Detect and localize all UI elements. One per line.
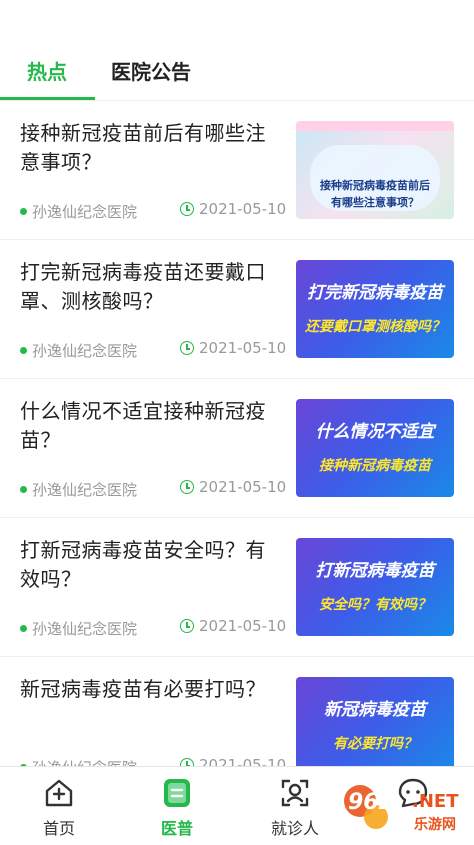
scan-person-icon (281, 779, 309, 807)
clock-icon (180, 202, 194, 216)
nav-home-label: 首页 (42, 819, 75, 838)
nav-medical-science-label: 医普 (160, 819, 193, 838)
tab-bar: 热点 医院公告 (0, 0, 474, 101)
list-item[interactable]: 打完新冠病毒疫苗还要戴口罩、测核酸吗？ 孙逸仙纪念医院 2021-05-10 打… (0, 240, 474, 379)
thumbnail-text-line2: 有哪些注意事项？ (331, 196, 419, 209)
bottom-navigation: 首页 医普 就诊人 962 .NET 乐游网 (0, 766, 474, 845)
list-item[interactable]: 打新冠病毒疫苗安全吗？有效吗？ 孙逸仙纪念医院 2021-05-10 打新冠病毒… (0, 518, 474, 657)
source-label: 孙逸仙纪念医院 (32, 481, 138, 499)
svg-text:.NET: .NET (412, 791, 459, 812)
thumbnail-text-line1: 新冠病毒疫苗 (324, 700, 426, 720)
article-source: 孙逸仙纪念医院 (20, 618, 137, 639)
article-title: 打完新冠病毒疫苗还要戴口罩、测核酸吗？ (20, 260, 266, 313)
thumbnail-text-line2: 还要戴口罩测核酸吗？ (305, 319, 445, 335)
article-date: 2021-05-10 (180, 478, 286, 496)
nav-patients-label: 就诊人 (270, 819, 319, 838)
article-thumbnail: 什么情况不适宜 接种新冠病毒疫苗 (296, 399, 454, 497)
nav-patients[interactable]: 就诊人 (236, 767, 354, 845)
document-icon (164, 779, 190, 807)
article-thumbnail: 接种新冠病毒疫苗前后 有哪些注意事项？ (296, 121, 454, 219)
article-thumbnail: 打新冠病毒疫苗 安全吗？有效吗？ (296, 538, 454, 636)
source-dot-icon (20, 625, 27, 632)
svg-text:乐游网: 乐游网 (414, 816, 456, 833)
article-thumbnail: 新冠病毒疫苗 有必要打吗？ (296, 677, 454, 775)
source-dot-icon (20, 347, 27, 354)
thumbnail-text-line1: 打完新冠病毒疫苗 (307, 283, 443, 303)
article-source: 孙逸仙纪念医院 (20, 201, 137, 222)
tab-hot[interactable]: 热点 (27, 56, 67, 85)
article-thumbnail: 打完新冠病毒疫苗 还要戴口罩测核酸吗？ (296, 260, 454, 358)
article-title: 什么情况不适宜接种新冠疫苗？ (20, 399, 266, 452)
nav-medical-science[interactable]: 医普 (118, 767, 236, 845)
thumbnail-text-line2: 安全吗？有效吗？ (319, 597, 431, 613)
thumbnail-text-line1: 打新冠病毒疫苗 (315, 561, 435, 581)
source-dot-icon (20, 208, 27, 215)
source-label: 孙逸仙纪念医院 (32, 203, 138, 221)
date-label: 2021-05-10 (199, 478, 287, 496)
thumbnail-text-line2: 接种新冠病毒疫苗 (319, 458, 431, 474)
source-dot-icon (20, 486, 27, 493)
article-title: 新冠病毒疫苗有必要打吗？ (20, 677, 266, 701)
article-date: 2021-05-10 (180, 617, 286, 635)
watermark-logo: 962 .NET 乐游网 (344, 785, 459, 833)
date-label: 2021-05-10 (199, 339, 287, 357)
article-date: 2021-05-10 (180, 339, 286, 357)
article-date: 2021-05-10 (180, 200, 286, 218)
article-title: 打新冠病毒疫苗安全吗？有效吗？ (20, 538, 266, 591)
source-label: 孙逸仙纪念医院 (32, 620, 138, 638)
thumbnail-text-line1: 什么情况不适宜 (315, 422, 435, 442)
date-label: 2021-05-10 (199, 200, 287, 218)
active-tab-indicator (0, 97, 95, 100)
list-item[interactable]: 什么情况不适宜接种新冠疫苗？ 孙逸仙纪念医院 2021-05-10 什么情况不适… (0, 379, 474, 518)
article-source: 孙逸仙纪念医院 (20, 479, 137, 500)
nav-home[interactable]: 首页 (0, 767, 118, 845)
article-source: 孙逸仙纪念医院 (20, 340, 137, 361)
list-item[interactable]: 接种新冠疫苗前后有哪些注意事项？ 孙逸仙纪念医院 2021-05-10 接种新冠… (0, 101, 474, 240)
svg-text:962: 962 (348, 790, 394, 815)
source-label: 孙逸仙纪念医院 (32, 342, 138, 360)
clock-icon (180, 480, 194, 494)
home-plus-icon (45, 779, 73, 807)
clock-icon (180, 619, 194, 633)
thumbnail-text-line1: 接种新冠病毒疫苗前后 (320, 179, 430, 192)
article-list: 接种新冠疫苗前后有哪些注意事项？ 孙逸仙纪念医院 2021-05-10 接种新冠… (0, 101, 474, 796)
article-title: 接种新冠疫苗前后有哪些注意事项？ (20, 121, 266, 174)
tab-hospital-notice[interactable]: 医院公告 (111, 56, 191, 85)
thumbnail-text-line2: 有必要打吗？ (333, 736, 417, 752)
clock-icon (180, 341, 194, 355)
date-label: 2021-05-10 (199, 617, 287, 635)
